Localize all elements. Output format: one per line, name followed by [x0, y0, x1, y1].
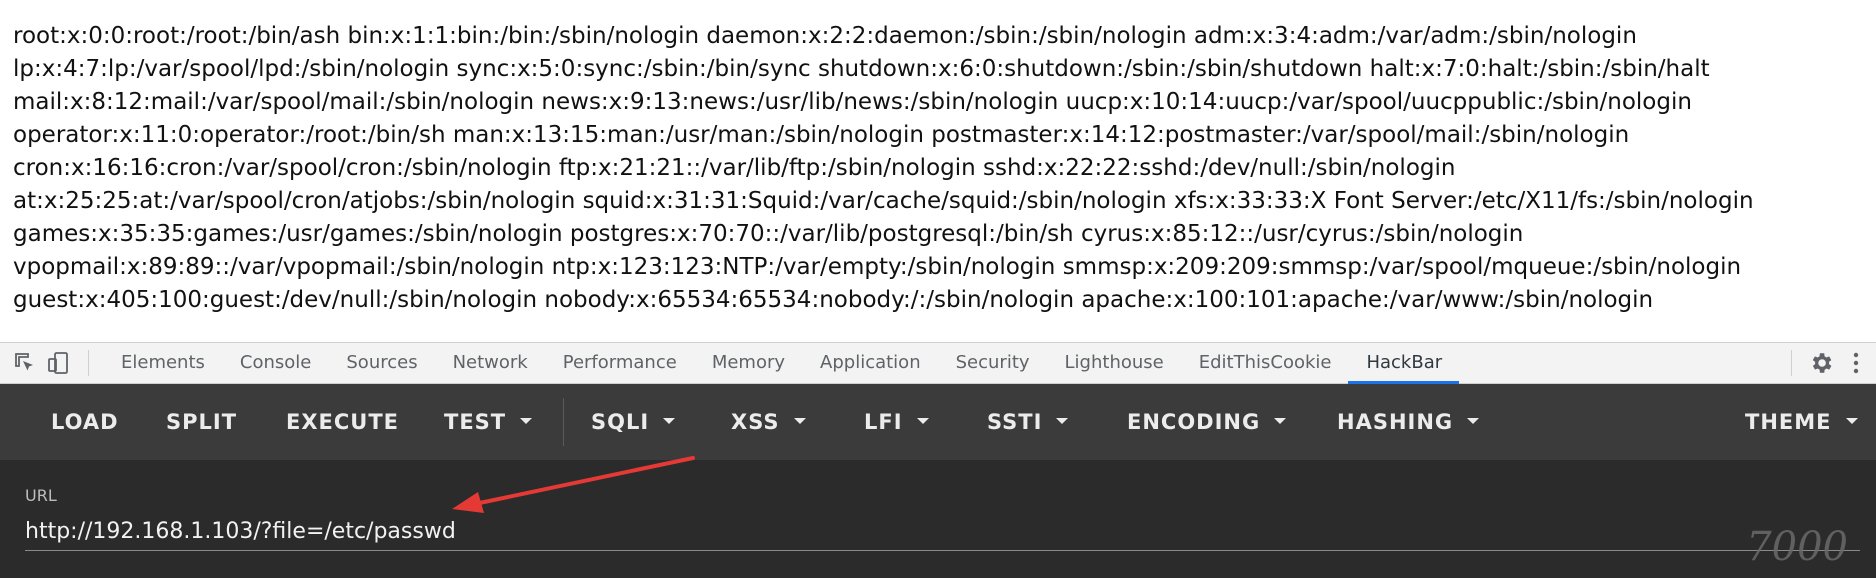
- tab-network[interactable]: Network: [435, 343, 545, 383]
- test-menu-label: TEST: [444, 410, 507, 434]
- hackbar-toolbar: LOAD SPLIT EXECUTE TEST SQLI XSS LFI SST…: [0, 384, 1876, 460]
- output-line: cron:x:16:16:cron:/var/spool/cron:/sbin/…: [13, 155, 1456, 181]
- devtools-tab-bar: Elements Console Sources Network Perform…: [0, 342, 1876, 384]
- lfi-menu-label: LFI: [864, 410, 903, 434]
- encoding-menu-button[interactable]: ENCODING: [1127, 384, 1287, 460]
- tab-hackbar[interactable]: HackBar: [1348, 343, 1459, 384]
- test-menu-button[interactable]: TEST: [444, 384, 533, 460]
- output-line: at:x:25:25:at:/var/spool/cron/atjobs:/sb…: [13, 188, 1754, 214]
- ssti-menu-label: SSTI: [987, 410, 1043, 434]
- ssti-menu-button[interactable]: SSTI: [987, 384, 1069, 460]
- page-output: root:x:0:0:root:/root:/bin/ash bin:x:1:1…: [0, 0, 1876, 340]
- settings-gear-icon[interactable]: [1808, 350, 1834, 376]
- hashing-menu-label: HASHING: [1337, 410, 1454, 434]
- lfi-menu-button[interactable]: LFI: [864, 384, 929, 460]
- hackbar-panel: URL 7000: [0, 460, 1876, 578]
- output-line: games:x:35:35:games:/usr/games:/sbin/nol…: [13, 221, 1524, 247]
- url-input[interactable]: [25, 512, 1860, 551]
- inspect-element-icon[interactable]: [12, 350, 38, 376]
- load-button[interactable]: LOAD: [51, 384, 119, 460]
- tab-performance[interactable]: Performance: [545, 343, 694, 383]
- chevron-down-icon: [663, 418, 676, 424]
- output-line: lp:x:4:7:lp:/var/spool/lpd:/sbin/nologin…: [13, 56, 1710, 82]
- sqli-menu-label: SQLI: [591, 410, 650, 434]
- tab-security[interactable]: Security: [938, 343, 1047, 383]
- output-line: guest:x:405:100:guest:/dev/null:/sbin/no…: [13, 287, 1654, 313]
- execute-button-label: EXECUTE: [286, 410, 400, 434]
- tab-console[interactable]: Console: [222, 343, 328, 383]
- more-options-icon[interactable]: [1852, 350, 1860, 376]
- chevron-down-icon: [1467, 418, 1480, 424]
- chevron-down-icon: [520, 418, 533, 424]
- execute-button[interactable]: EXECUTE: [286, 384, 399, 460]
- theme-menu-button[interactable]: THEME: [1745, 384, 1858, 460]
- output-line: mail:x:8:12:mail:/var/spool/mail:/sbin/n…: [13, 89, 1692, 115]
- tab-sources[interactable]: Sources: [328, 343, 434, 383]
- xss-menu-button[interactable]: XSS: [731, 384, 806, 460]
- toolbar-divider: [1791, 350, 1792, 376]
- theme-menu-label: THEME: [1745, 410, 1832, 434]
- toolbar-divider: [563, 398, 564, 446]
- xss-menu-label: XSS: [731, 410, 780, 434]
- chevron-down-icon: [793, 418, 806, 424]
- chevron-down-icon: [1274, 418, 1287, 424]
- tab-editthiscookie[interactable]: EditThisCookie: [1181, 343, 1349, 383]
- sqli-menu-button[interactable]: SQLI: [591, 384, 676, 460]
- output-line: root:x:0:0:root:/root:/bin/ash bin:x:1:1…: [13, 23, 1637, 49]
- devtools-right-controls: [1791, 343, 1876, 383]
- load-button-label: LOAD: [51, 410, 119, 434]
- chevron-down-icon: [916, 418, 929, 424]
- chevron-down-icon: [1845, 418, 1858, 424]
- tab-application[interactable]: Application: [802, 343, 938, 383]
- tab-elements[interactable]: Elements: [103, 343, 222, 383]
- tab-memory[interactable]: Memory: [694, 343, 802, 383]
- hashing-menu-button[interactable]: HASHING: [1337, 384, 1480, 460]
- device-toolbar-icon[interactable]: [46, 350, 72, 376]
- url-label: URL: [25, 486, 57, 505]
- toolbar-divider: [88, 350, 89, 376]
- encoding-menu-label: ENCODING: [1127, 410, 1261, 434]
- split-button-label: SPLIT: [166, 410, 238, 434]
- split-button[interactable]: SPLIT: [166, 384, 237, 460]
- output-line: vpopmail:x:89:89::/var/vpopmail:/sbin/no…: [13, 254, 1742, 280]
- output-line: operator:x:11:0:operator:/root:/bin/sh m…: [13, 122, 1630, 148]
- chevron-down-icon: [1056, 418, 1069, 424]
- watermark-logo: 7000: [1746, 524, 1848, 570]
- tab-lighthouse[interactable]: Lighthouse: [1047, 343, 1181, 383]
